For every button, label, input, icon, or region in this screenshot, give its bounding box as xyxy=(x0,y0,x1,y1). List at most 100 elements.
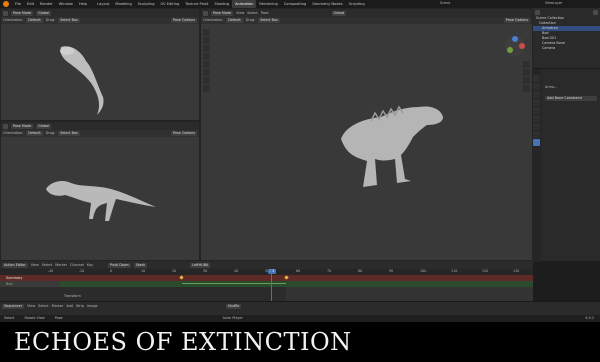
sequencer-menu-image[interactable]: Image xyxy=(87,304,98,309)
action-menu-key[interactable]: Key xyxy=(87,263,93,268)
perspective-toggle-icon[interactable] xyxy=(523,85,530,92)
action-editor-mode[interactable]: Action Editor xyxy=(2,262,28,268)
shuffle-dropdown[interactable]: Shuffle xyxy=(225,303,242,309)
top-bar: File Edit Render Window Help Layout Modeling S… xyxy=(0,0,600,8)
transform-tool-icon[interactable] xyxy=(203,69,210,76)
pose-options-button[interactable]: Pose Options xyxy=(170,18,197,23)
transform-panel-label[interactable]: Transform xyxy=(64,294,81,299)
sequencer-menu-select[interactable]: Select xyxy=(38,304,48,309)
stash-button[interactable]: Stash xyxy=(133,262,148,268)
action-name-field[interactable]: LeftHUBA xyxy=(190,262,211,268)
toolbar xyxy=(203,29,211,93)
tab-uv-editing[interactable]: UV Editing xyxy=(158,0,183,8)
editor-type-icon[interactable] xyxy=(3,10,8,16)
drag-dropdown[interactable]: Select Box xyxy=(258,18,280,23)
tab-animation[interactable]: Animation xyxy=(232,0,257,8)
mode-selector[interactable]: Pose Mode xyxy=(11,123,34,129)
drag-dropdown[interactable]: Select Box xyxy=(58,131,80,136)
menu-file[interactable]: File xyxy=(12,0,24,8)
pose-options-button[interactable]: Pose Options xyxy=(503,18,530,23)
orientation-dropdown[interactable]: Default xyxy=(26,131,43,136)
pan-icon[interactable] xyxy=(523,69,530,76)
pose-options-button[interactable]: Pose Options xyxy=(170,131,197,136)
add-bone-constraint-button[interactable]: Add Bone Constraint xyxy=(545,96,597,101)
viewport-top-left[interactable]: Pose Mode Global Orientation: Default Dr… xyxy=(0,8,200,121)
menu-edit[interactable]: Edit xyxy=(24,0,37,8)
action-menu-marker[interactable]: Marker xyxy=(55,263,67,268)
select-menu[interactable]: Select xyxy=(247,11,257,16)
cursor-tool-icon[interactable] xyxy=(203,37,210,44)
viewport-bottom-left[interactable]: Pose Mode Global Orientation: Default Dr… xyxy=(0,121,200,261)
bone-tab-icon[interactable] xyxy=(533,131,540,138)
mode-selector[interactable]: Pose Mode xyxy=(211,10,234,16)
orientation-dropdown[interactable]: Default xyxy=(26,18,43,23)
tab-texture-paint[interactable]: Texture Paint xyxy=(182,0,211,8)
sequencer-mode[interactable]: Sequencer xyxy=(2,303,25,309)
transform-orientation[interactable]: Global xyxy=(331,10,347,16)
filter-icon[interactable] xyxy=(593,9,598,15)
render-tab-icon[interactable] xyxy=(533,83,540,90)
pose-menu[interactable]: Pose xyxy=(261,11,269,16)
action-menu-select[interactable]: Select xyxy=(42,263,52,268)
constraint-tab-icon[interactable] xyxy=(533,139,540,146)
tab-compositing[interactable]: Compositing xyxy=(281,0,310,8)
scale-tool-icon[interactable] xyxy=(203,61,210,68)
tab-scripting[interactable]: Scripting xyxy=(346,0,368,8)
action-editor[interactable]: Action Editor View Select Marker Channel Key… xyxy=(0,261,533,301)
navigation-gizmo-icon[interactable] xyxy=(504,35,526,57)
current-frame-indicator[interactable]: 33 xyxy=(268,269,277,274)
orientation-label: Orientation: xyxy=(203,18,224,22)
blender-logo-icon[interactable] xyxy=(3,1,9,7)
playhead[interactable] xyxy=(271,269,272,301)
scene-tab-icon[interactable] xyxy=(533,99,540,106)
version-label: 4.0.2 xyxy=(585,316,594,320)
sequencer[interactable]: Sequencer View Select Marker Add Strip Image … xyxy=(0,301,600,315)
status-center: Anim Player xyxy=(222,316,243,320)
transform-orientation[interactable]: Global xyxy=(36,123,51,129)
menu-window[interactable]: Window xyxy=(56,0,76,8)
drag-dropdown[interactable]: Select Box xyxy=(58,18,80,23)
outliner-item[interactable]: Camera xyxy=(533,46,600,51)
rotate-tool-icon[interactable] xyxy=(203,53,210,60)
tab-shading[interactable]: Shading xyxy=(211,0,232,8)
tab-sculpting[interactable]: Sculpting xyxy=(135,0,158,8)
view-layer-selector[interactable]: ViewLayer xyxy=(545,1,563,6)
object-tab-icon[interactable] xyxy=(533,115,540,122)
mode-selector[interactable]: Pose Mode xyxy=(11,10,34,16)
output-tab-icon[interactable] xyxy=(533,91,540,98)
select-tool-icon[interactable] xyxy=(203,29,210,36)
action-menu-view[interactable]: View xyxy=(31,263,39,268)
sequencer-menu-marker[interactable]: Marker xyxy=(52,304,64,309)
frame-tick: 100 xyxy=(420,269,427,273)
world-tab-icon[interactable] xyxy=(533,107,540,114)
measure-tool-icon[interactable] xyxy=(203,85,210,92)
tool-tab-icon[interactable] xyxy=(533,75,540,82)
zoom-icon[interactable] xyxy=(523,61,530,68)
sequencer-menu-add[interactable]: Add xyxy=(66,304,73,309)
move-tool-icon[interactable] xyxy=(203,45,210,52)
tab-rendering[interactable]: Rendering xyxy=(256,0,280,8)
sequencer-menu-view[interactable]: View xyxy=(27,304,35,309)
action-menu-channel[interactable]: Channel xyxy=(70,263,84,268)
main-viewport[interactable]: Pose Mode View Select Pose Global Orient… xyxy=(200,8,533,261)
frame-tick: 60 xyxy=(296,269,301,273)
sequencer-menu-strip[interactable]: Strip xyxy=(76,304,84,309)
editor-type-icon[interactable] xyxy=(3,123,8,129)
outliner-header xyxy=(533,8,600,16)
camera-view-icon[interactable] xyxy=(523,77,530,84)
outliner-icon[interactable] xyxy=(535,9,540,15)
transform-orientation[interactable]: Global xyxy=(36,10,51,16)
menu-render[interactable]: Render xyxy=(37,0,56,8)
push-down-button[interactable]: Push Down xyxy=(108,262,131,268)
tab-modeling[interactable]: Modeling xyxy=(112,0,134,8)
editor-type-icon[interactable] xyxy=(203,10,208,16)
modifier-tab-icon[interactable] xyxy=(533,123,540,130)
annotate-tool-icon[interactable] xyxy=(203,77,210,84)
menu-help[interactable]: Help xyxy=(76,0,90,8)
action-editor-menu: View Select Marker Channel Key xyxy=(31,263,93,268)
scene-selector[interactable]: Scene xyxy=(440,1,450,6)
tab-layout[interactable]: Layout xyxy=(94,0,112,8)
tab-geometry-nodes[interactable]: Geometry Nodes xyxy=(309,0,345,8)
orientation-dropdown[interactable]: Default xyxy=(226,18,243,23)
view-menu[interactable]: View xyxy=(236,11,244,16)
